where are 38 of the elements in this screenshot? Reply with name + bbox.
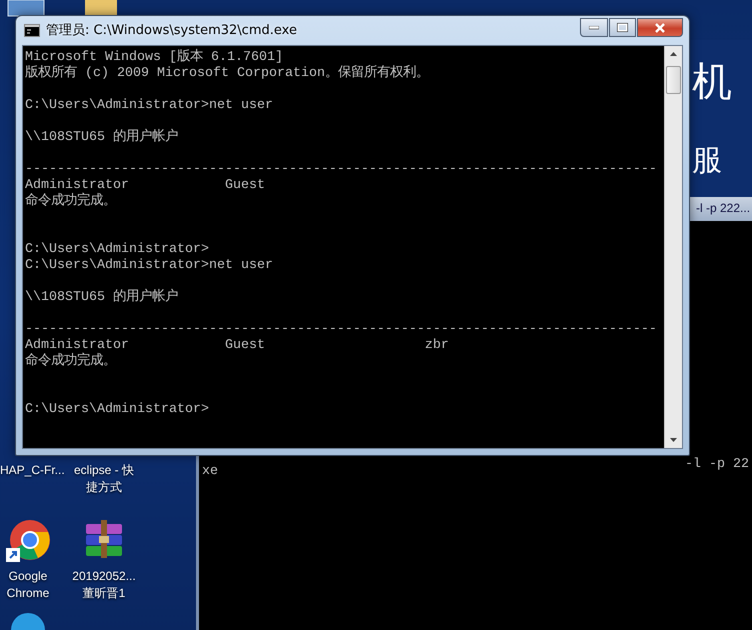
console-line: xe	[202, 464, 218, 480]
console-line: 命令成功完成。	[25, 194, 116, 210]
folder-icon	[84, 0, 118, 16]
console-line: \\108STU65 的用户帐户	[25, 290, 178, 306]
minimize-icon	[589, 26, 599, 30]
page-heading: 机	[692, 58, 732, 107]
maximize-button[interactable]	[609, 18, 636, 37]
console-line: 命令成功完成。	[25, 354, 116, 370]
window-title: 管理员: C:\Windows\system32\cmd.exe	[46, 22, 297, 39]
globe-icon	[10, 612, 46, 630]
page-heading: 服	[692, 142, 722, 180]
console-line: -l -p 22	[685, 457, 749, 473]
scrollbar-thumb[interactable]	[666, 66, 681, 94]
icon-label[interactable]: 捷方式	[86, 479, 122, 496]
console-line: C:\Users\Administrator>	[25, 242, 209, 258]
maximize-icon	[617, 23, 628, 32]
console-line: 版权所有 (c) 2009 Microsoft Corporation。保留所有权利。	[25, 66, 429, 82]
icon-label[interactable]: Google	[8, 568, 48, 585]
scrollbar[interactable]	[664, 46, 682, 448]
console-line: \\108STU65 的用户帐户	[25, 130, 178, 146]
console-icon	[24, 24, 40, 36]
icon-label[interactable]: HAP_C-Fr...	[0, 462, 65, 479]
console-line: -------------------------------------------------------------------------------	[25, 162, 657, 178]
console-line: C:\Users\Administrator>net user	[25, 98, 273, 114]
close-icon	[654, 22, 666, 32]
console-line: Administrator Guest zbr	[25, 338, 449, 353]
console-line: Microsoft Windows [版本 6.1.7601]	[25, 50, 283, 65]
icon-label[interactable]: eclipse - 快	[74, 462, 134, 479]
close-button[interactable]	[637, 18, 683, 37]
minimize-button[interactable]	[580, 18, 608, 37]
console-line: -------------------------------------------------------------------------------	[25, 322, 657, 338]
console-line: C:\Users\Administrator>	[25, 402, 209, 418]
console-line: Administrator Guest	[25, 178, 265, 193]
window-title: -l -p 222...	[696, 201, 750, 215]
icon-label[interactable]: 董昕晋1	[82, 585, 126, 602]
console-line: C:\Users\Administrator>net user	[25, 258, 273, 274]
icon-label[interactable]: Chrome	[6, 585, 50, 602]
icon-label[interactable]: 20192052...	[72, 568, 136, 585]
